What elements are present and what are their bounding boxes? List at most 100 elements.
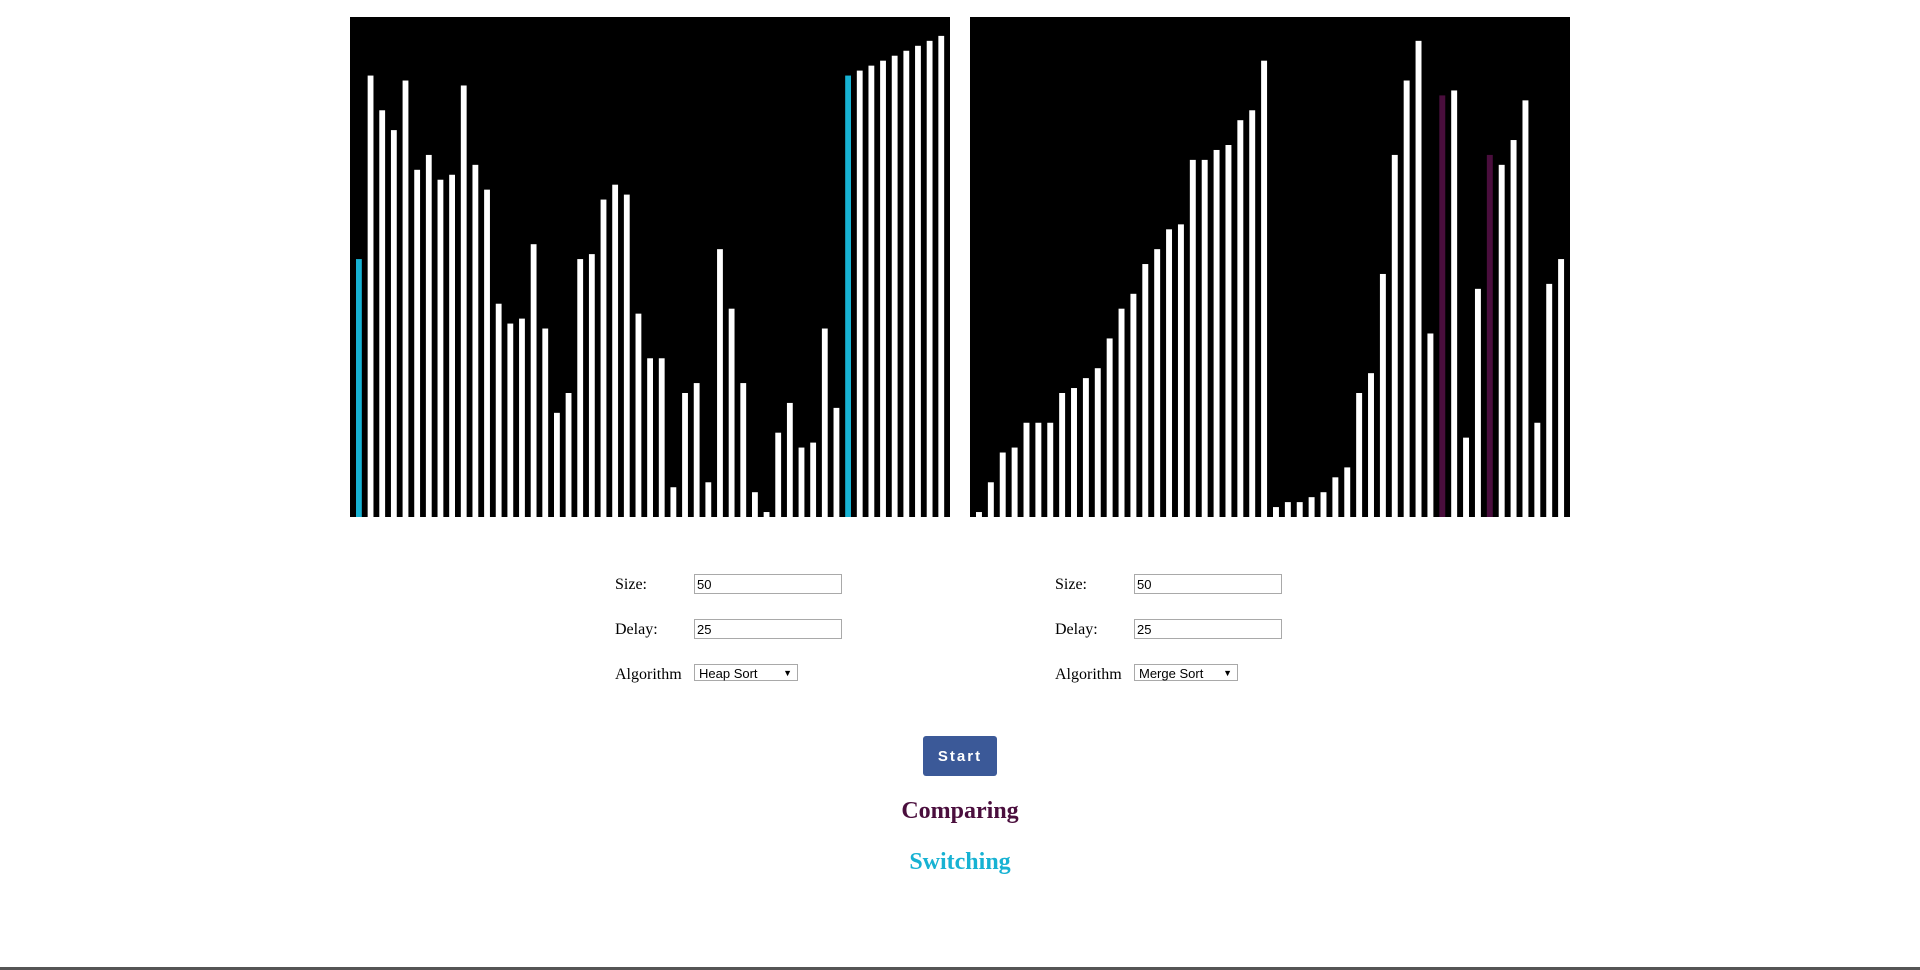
bar	[682, 393, 688, 517]
bar	[821, 328, 828, 517]
bar	[1332, 477, 1339, 517]
bar	[868, 65, 875, 517]
bar	[1082, 378, 1089, 517]
bar	[612, 184, 619, 517]
right-controls: Size: Delay: Algorithm Merge Sort ▼	[1055, 574, 1315, 709]
bar	[1023, 422, 1030, 517]
delay-label: Delay:	[615, 621, 658, 638]
bar	[938, 35, 945, 517]
bar	[856, 70, 863, 517]
bar	[530, 244, 537, 517]
bar	[1177, 224, 1184, 517]
algorithm-row: Algorithm Heap Sort ▼	[615, 664, 875, 687]
bar	[1498, 164, 1505, 517]
delay-row: Delay:	[1055, 619, 1315, 642]
bar	[414, 169, 421, 517]
bar	[1189, 159, 1196, 517]
bar	[367, 75, 374, 517]
delay-row: Delay:	[615, 619, 875, 642]
bar	[976, 512, 982, 517]
bar	[670, 487, 677, 517]
bar	[880, 60, 886, 517]
dropdown-arrow-icon: ▼	[783, 668, 792, 678]
bar	[926, 40, 933, 517]
bar	[1035, 422, 1042, 517]
start-button[interactable]: Start	[923, 736, 997, 776]
bar	[542, 328, 549, 517]
bar	[705, 482, 712, 517]
left-bars-svg	[356, 35, 945, 517]
bar	[786, 402, 793, 517]
bar	[1166, 229, 1173, 517]
bar	[693, 383, 700, 517]
bar	[647, 358, 653, 517]
size-label: Size:	[1055, 576, 1087, 593]
algorithm-label: Algorithm	[1055, 666, 1122, 683]
bar	[1273, 507, 1279, 517]
bar	[1094, 368, 1101, 517]
bar	[1071, 388, 1077, 517]
size-input[interactable]	[694, 574, 842, 594]
bar	[1130, 293, 1137, 517]
bar	[740, 383, 747, 517]
bar	[798, 447, 805, 517]
bar	[1368, 373, 1374, 517]
bar	[1439, 95, 1446, 517]
left-sort-canvas	[350, 17, 950, 517]
left-controls: Size: Delay: Algorithm Heap Sort ▼	[615, 574, 875, 709]
bar	[658, 358, 665, 517]
right-sort-canvas	[970, 17, 1570, 517]
bar	[390, 130, 397, 517]
algorithm-select[interactable]: Heap Sort ▼	[694, 664, 798, 681]
bar	[1249, 110, 1256, 517]
bar	[1320, 492, 1327, 517]
bar	[1379, 273, 1386, 517]
size-input[interactable]	[1134, 574, 1282, 594]
bar	[752, 492, 758, 517]
bar	[1011, 447, 1018, 517]
dropdown-arrow-icon: ▼	[1223, 668, 1232, 678]
bar	[519, 318, 525, 517]
bar	[1201, 159, 1208, 517]
bar	[484, 189, 490, 517]
bar	[1261, 60, 1268, 517]
bar	[775, 432, 782, 517]
algorithm-select[interactable]: Merge Sort ▼	[1134, 664, 1238, 681]
bar	[554, 412, 560, 517]
bar	[1284, 502, 1291, 517]
bar	[577, 259, 584, 517]
bar	[845, 75, 851, 517]
legend-switching: Switching	[909, 849, 1011, 875]
legend-comparing: Comparing	[901, 798, 1019, 824]
bar	[903, 50, 910, 517]
delay-input[interactable]	[694, 619, 842, 639]
bar	[1106, 338, 1113, 517]
bar	[1344, 467, 1351, 517]
bar	[1391, 154, 1398, 517]
bar	[635, 313, 642, 517]
bar	[1451, 90, 1458, 517]
bar	[1403, 80, 1410, 517]
algorithm-selected-value: Heap Sort	[699, 666, 758, 681]
bar	[472, 164, 479, 517]
bar	[1534, 422, 1541, 517]
bar	[425, 154, 432, 517]
bar	[1356, 393, 1363, 517]
bar	[1415, 40, 1422, 517]
bar	[1474, 288, 1481, 517]
algorithm-row: Algorithm Merge Sort ▼	[1055, 664, 1315, 687]
bar	[717, 249, 723, 517]
bar	[495, 303, 502, 517]
bar	[449, 174, 455, 517]
size-row: Size:	[1055, 574, 1315, 597]
bar	[402, 80, 409, 517]
bar	[728, 308, 735, 517]
bar	[1308, 497, 1315, 517]
delay-label: Delay:	[1055, 621, 1098, 638]
bar	[1225, 145, 1232, 517]
bar	[1463, 437, 1470, 517]
delay-input[interactable]	[1134, 619, 1282, 639]
bar	[565, 393, 572, 517]
bar	[833, 407, 840, 517]
bar	[987, 482, 994, 517]
